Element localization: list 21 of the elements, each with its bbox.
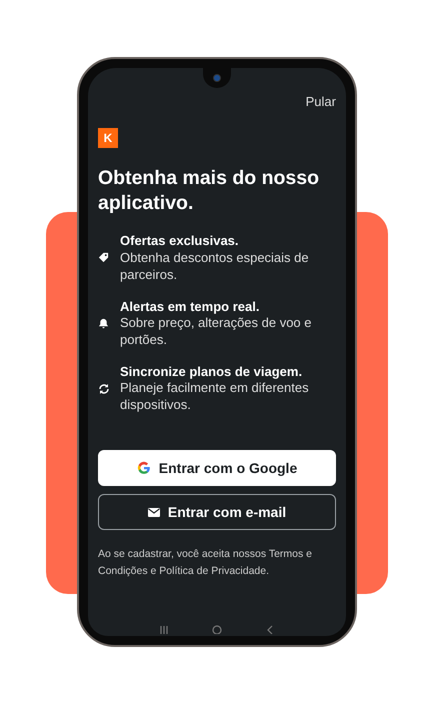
google-signin-button[interactable]: Entrar com o Google bbox=[98, 450, 336, 486]
feature-description: Sobre preço, alterações de voo e portões. bbox=[120, 315, 313, 349]
email-signin-button[interactable]: Entrar com e-mail bbox=[98, 494, 336, 530]
recent-apps-icon[interactable] bbox=[159, 625, 170, 634]
skip-link[interactable]: Pular bbox=[306, 92, 336, 112]
logo: K bbox=[98, 128, 118, 148]
feature-title: Ofertas exclusivas. bbox=[120, 232, 240, 250]
google-icon bbox=[136, 461, 151, 476]
feature-title: Alertas em tempo real. bbox=[120, 298, 260, 316]
tag-icon bbox=[98, 252, 109, 264]
envelope-icon bbox=[148, 508, 160, 517]
heading: Obtenha mais do nosso aplicativo. bbox=[98, 166, 320, 216]
bell-icon bbox=[98, 318, 109, 329]
back-icon[interactable] bbox=[264, 625, 275, 634]
feature-description: Planeje facilmente em diferentes dispositivos. bbox=[120, 380, 310, 414]
sync-icon bbox=[98, 382, 110, 394]
feature-title: Sincronize planos de viagem. bbox=[120, 362, 304, 380]
camera-icon bbox=[213, 74, 221, 82]
terms-text: Ao se cadastrar, você aceita nossos Termos e Condições e Política de Privacidade. bbox=[98, 547, 313, 579]
feature-description: Obtenha descontos especiais de parceiros. bbox=[120, 250, 310, 284]
home-icon[interactable] bbox=[212, 625, 222, 634]
